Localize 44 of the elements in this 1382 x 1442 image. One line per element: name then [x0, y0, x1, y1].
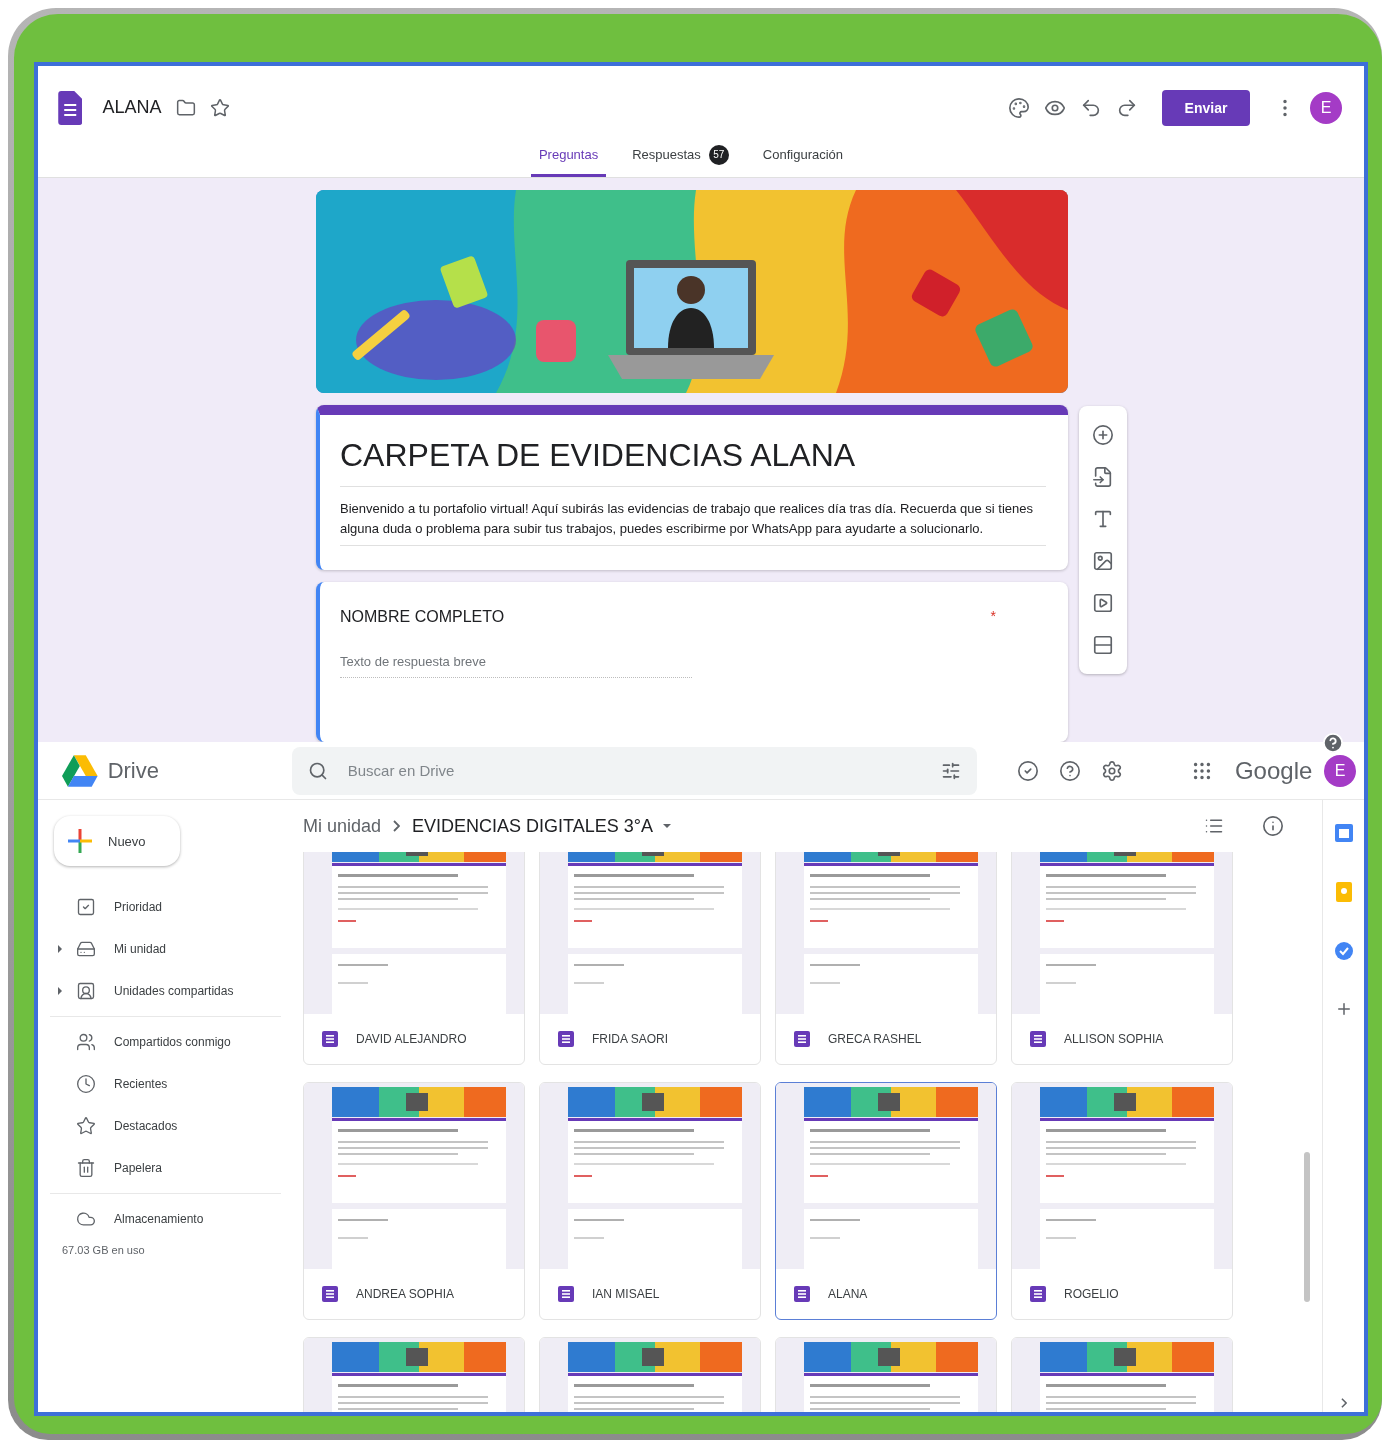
- form-heading: CARPETA DE EVIDENCIAS ALANA: [340, 437, 1046, 487]
- file-card[interactable]: DAVID ALEJANDRO: [303, 852, 525, 1065]
- short-answer-field[interactable]: Texto de respuesta breve: [340, 650, 692, 678]
- file-card[interactable]: ANDREA SOPHIA: [303, 1082, 525, 1320]
- file-name: FRIDA SAORI: [592, 1032, 668, 1046]
- avatar[interactable]: E: [1310, 91, 1342, 124]
- file-card[interactable]: FRIDA SAORI: [539, 852, 761, 1065]
- form-description: Bienvenido a tu portafolio virtual! Aquí subirás las evidencias de trabajo que realices día tras día. Recuerda que si tienes alguna duda o problema para subir tus trabajos, puedes escribirme por WhatsApp para ayudarte a solucionarlo.: [340, 499, 1046, 546]
- file-name: IAN MISAEL: [592, 1287, 660, 1301]
- file-card[interactable]: ALLISON SOPHIA: [1011, 852, 1233, 1065]
- file-name: ANDREA SOPHIA: [356, 1287, 455, 1301]
- sidebar-item[interactable]: Compartidos conmigo: [50, 1021, 281, 1063]
- google-logo: Google: [1234, 756, 1313, 785]
- sidebar-item[interactable]: Mi unidad: [50, 928, 281, 970]
- file-name: ALLISON SOPHIA: [1064, 1032, 1164, 1046]
- storage-usage: 67.03 GB en uso: [62, 1244, 146, 1256]
- file-name: ROGELIO: [1064, 1287, 1119, 1301]
- file-name: GRECA RASHEL: [828, 1032, 922, 1046]
- file-name: ALANA: [828, 1287, 868, 1301]
- file-card[interactable]: ALANA: [775, 1082, 997, 1320]
- sidebar-item[interactable]: Almacenamiento: [50, 1198, 281, 1240]
- file-card[interactable]: ROGELIO: [1011, 1082, 1233, 1320]
- count-badge: 57: [708, 144, 729, 165]
- sidebar-item[interactable]: Prioridad: [50, 886, 281, 928]
- form-title: ALANA: [102, 97, 162, 119]
- file-card[interactable]: GRECA RASHEL: [775, 852, 997, 1065]
- file-card[interactable]: IAN MISAEL: [539, 1082, 761, 1320]
- sidebar-item[interactable]: Papelera: [50, 1147, 281, 1189]
- required-mark: *: [990, 608, 996, 626]
- tab[interactable]: Configuración: [754, 135, 852, 177]
- file-name: DAVID ALEJANDRO: [356, 1032, 467, 1046]
- drive-title: Drive: [107, 757, 160, 784]
- tab[interactable]: Respuestas 57: [624, 135, 737, 177]
- avatar[interactable]: E: [1324, 754, 1356, 787]
- search-field[interactable]: Buscar en Drive: [345, 761, 923, 780]
- sidebar-item[interactable]: Destacados: [50, 1105, 281, 1147]
- sidebar-item[interactable]: Recientes: [50, 1063, 281, 1105]
- sidebar-item[interactable]: Unidades compartidas: [50, 970, 281, 1012]
- breadcrumb-item[interactable]: Mi unidad: [303, 815, 382, 837]
- breadcrumb-item[interactable]: EVIDENCIAS DIGITALES 3°A: [412, 815, 671, 837]
- search-bar[interactable]: Buscar en Drive: [291, 746, 977, 795]
- question-title: NOMBRE COMPLETO: [340, 608, 505, 626]
- new-button[interactable]: Nuevo: [54, 816, 180, 866]
- send-button[interactable]: Enviar: [1162, 89, 1250, 126]
